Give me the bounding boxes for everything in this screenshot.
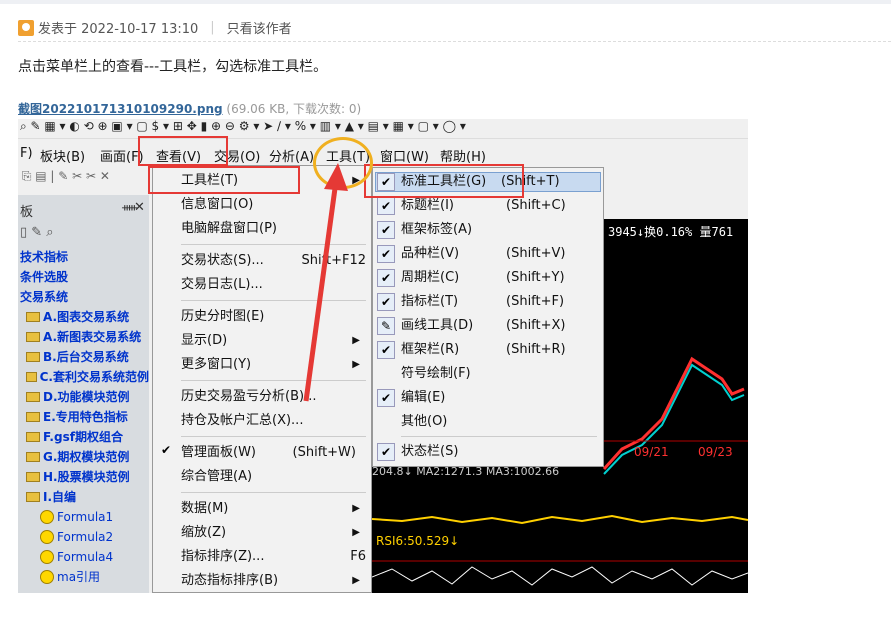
menu-item[interactable]: 动态指标排序(B) ▶ [181,570,366,592]
panel-tools: ▯ ✎ ⌕ [20,225,54,240]
check-icon: ✔ [377,443,395,461]
menu-item[interactable]: 框架栏(R) (Shift+R) [401,339,601,361]
check-icon: ✔ [377,245,395,263]
post-meta: 发表于 2022-10-17 13:10 | 只看该作者 [18,18,292,37]
post-body: 点击菜单栏上的查看---工具栏，勾选标准工具栏。 [18,59,328,75]
menu-help[interactable]: 帮助(H) [440,146,486,165]
post-date: 发表于 2022-10-17 13:10 [38,22,199,37]
folder-icon [26,472,40,482]
menu-item[interactable]: 编辑(E) [401,387,601,409]
folder-icon [26,312,40,322]
indicator-tree: 技术指标 条件选股 交易系统 A.图表交易系统 A.新图表交易系统 B.后台交易… [18,247,149,587]
page-top-bar [0,0,891,4]
annotation-box-view [138,136,228,166]
tree-item[interactable]: ma引用 [18,567,149,587]
tree-item[interactable]: 条件选股 [18,267,149,287]
formula-icon [40,570,54,584]
panel-header: 板 ᚔ ✕ [18,199,149,220]
close-icon[interactable]: ✕ [134,200,145,215]
menu-item[interactable]: 画线工具(D) (Shift+X) [401,315,601,337]
formula-icon [40,530,54,544]
menu-item[interactable]: 标题栏(I) (Shift+C) [401,195,601,217]
check-icon: ✔ [377,269,395,287]
only-author-link[interactable]: 只看该作者 [227,18,292,37]
menu-item[interactable]: 品种栏(V) (Shift+V) [401,243,601,265]
tree-item[interactable]: C.套利交易系统范例 [18,367,149,387]
folder-icon [26,432,40,442]
attachment: 截图202210171310109290.png (69.06 KB, 下载次数… [18,100,361,117]
attachment-info: (69.06 KB, 下载次数: 0) [226,102,362,116]
annotation-box-standard [364,164,524,198]
menu-separator [181,492,366,493]
screenshot-image: ⌕ ✎ ▦ ▾ ◐ ⟲ ⊕ ▣ ▾ ▢ $ ▾ ⊞ ✥ ▮ ⊕ ⊖ ⚙ ▾ ➤ … [18,119,748,593]
meta-divider [18,41,891,42]
toolbar-submenu: ✔ 标准工具栏(G) (Shift+T) ✔ 标题栏(I) (Shift+C) ✔ … [372,167,604,467]
tree-item[interactable]: I.自编 [18,487,149,507]
rsi-label: RSI6:50.529↓ [376,534,460,548]
app-toolbar: ⌕ ✎ ▦ ▾ ◐ ⟲ ⊕ ▣ ▾ ▢ $ ▾ ⊞ ✥ ▮ ⊕ ⊖ ⚙ ▾ ➤ … [18,119,748,139]
menu-item[interactable]: 管理面板(W) (Shift+W) [181,442,366,464]
folder-icon [26,372,37,382]
panel-title: 板 [20,205,34,220]
tree-item[interactable]: Formula1 [18,507,149,527]
tree-item[interactable]: Formula4 [18,547,149,567]
check-icon: ✔ [377,197,395,215]
annotation-box-toolbar [148,166,300,194]
tree-item[interactable]: A.图表交易系统 [18,307,149,327]
menu-item[interactable]: 周期栏(C) (Shift+Y) [401,267,601,289]
folder-icon [26,452,40,462]
menu-item[interactable]: 状态栏(S) [401,441,601,463]
tree-item[interactable]: 技术指标 [18,247,149,267]
menu-item[interactable]: 综合管理(A) [181,466,366,488]
folder-icon [26,392,40,402]
menu-item[interactable]: 数据(M) ▶ [181,498,366,520]
divider: | [210,20,215,35]
tree-item[interactable]: F.gsf期权组合 [18,427,149,447]
annotation-arrow-icon [303,163,348,402]
menu-item[interactable]: 框架标签(A) [401,219,601,241]
menu-item[interactable]: 持仓及帐户汇总(X)... [181,410,366,432]
user-icon [18,19,34,36]
menu-separator [181,436,366,437]
folder-icon [26,412,40,422]
menu-window[interactable]: 窗口(W) [380,146,429,165]
folder-icon [26,332,40,342]
tree-item[interactable]: 交易系统 [18,287,149,307]
tree-item[interactable]: Formula2 [18,527,149,547]
menu-item[interactable]: 指标排序(Z)... F6 [181,546,366,568]
volume-bars [372,514,748,525]
pen-icon: ✎ [377,317,395,335]
formula-icon [40,510,54,524]
menu-item[interactable]: 其他(O) [401,411,601,433]
date-label: 09/21 [634,445,669,459]
tree-item[interactable]: G.期权模块范例 [18,447,149,467]
menu-board[interactable]: 板块(B) [40,146,85,165]
check-icon: ✔ [377,293,395,311]
tree-item[interactable]: A.新图表交易系统 [18,327,149,347]
folder-icon [26,352,40,362]
check-icon: ✔ [377,221,395,239]
check-icon: ✔ [160,443,172,457]
menu-item[interactable]: 符号绘制(F) [401,363,601,385]
menu-item[interactable]: 缩放(Z) ▶ [181,522,366,544]
folder-icon [26,492,40,502]
tree-item[interactable]: D.功能模块范例 [18,387,149,407]
tree-item[interactable]: E.专用特色指标 [18,407,149,427]
attachment-link[interactable]: 截图202210171310109290.png [18,102,223,116]
menu-item[interactable]: 指标栏(T) (Shift+F) [401,291,601,313]
check-icon: ✔ [377,341,395,359]
secondary-toolbar: ⎘ ▤ | ✎ ✂ ✂ ✕ [18,169,168,193]
formula-icon [40,550,54,564]
date-label: 09/23 [698,445,733,459]
rsi-line [372,566,748,586]
menu-separator [401,436,597,437]
tree-item[interactable]: B.后台交易系统 [18,347,149,367]
tree-item[interactable]: H.股票模块范例 [18,467,149,487]
check-icon: ✔ [377,389,395,407]
menu-file[interactable]: F) [20,146,33,161]
